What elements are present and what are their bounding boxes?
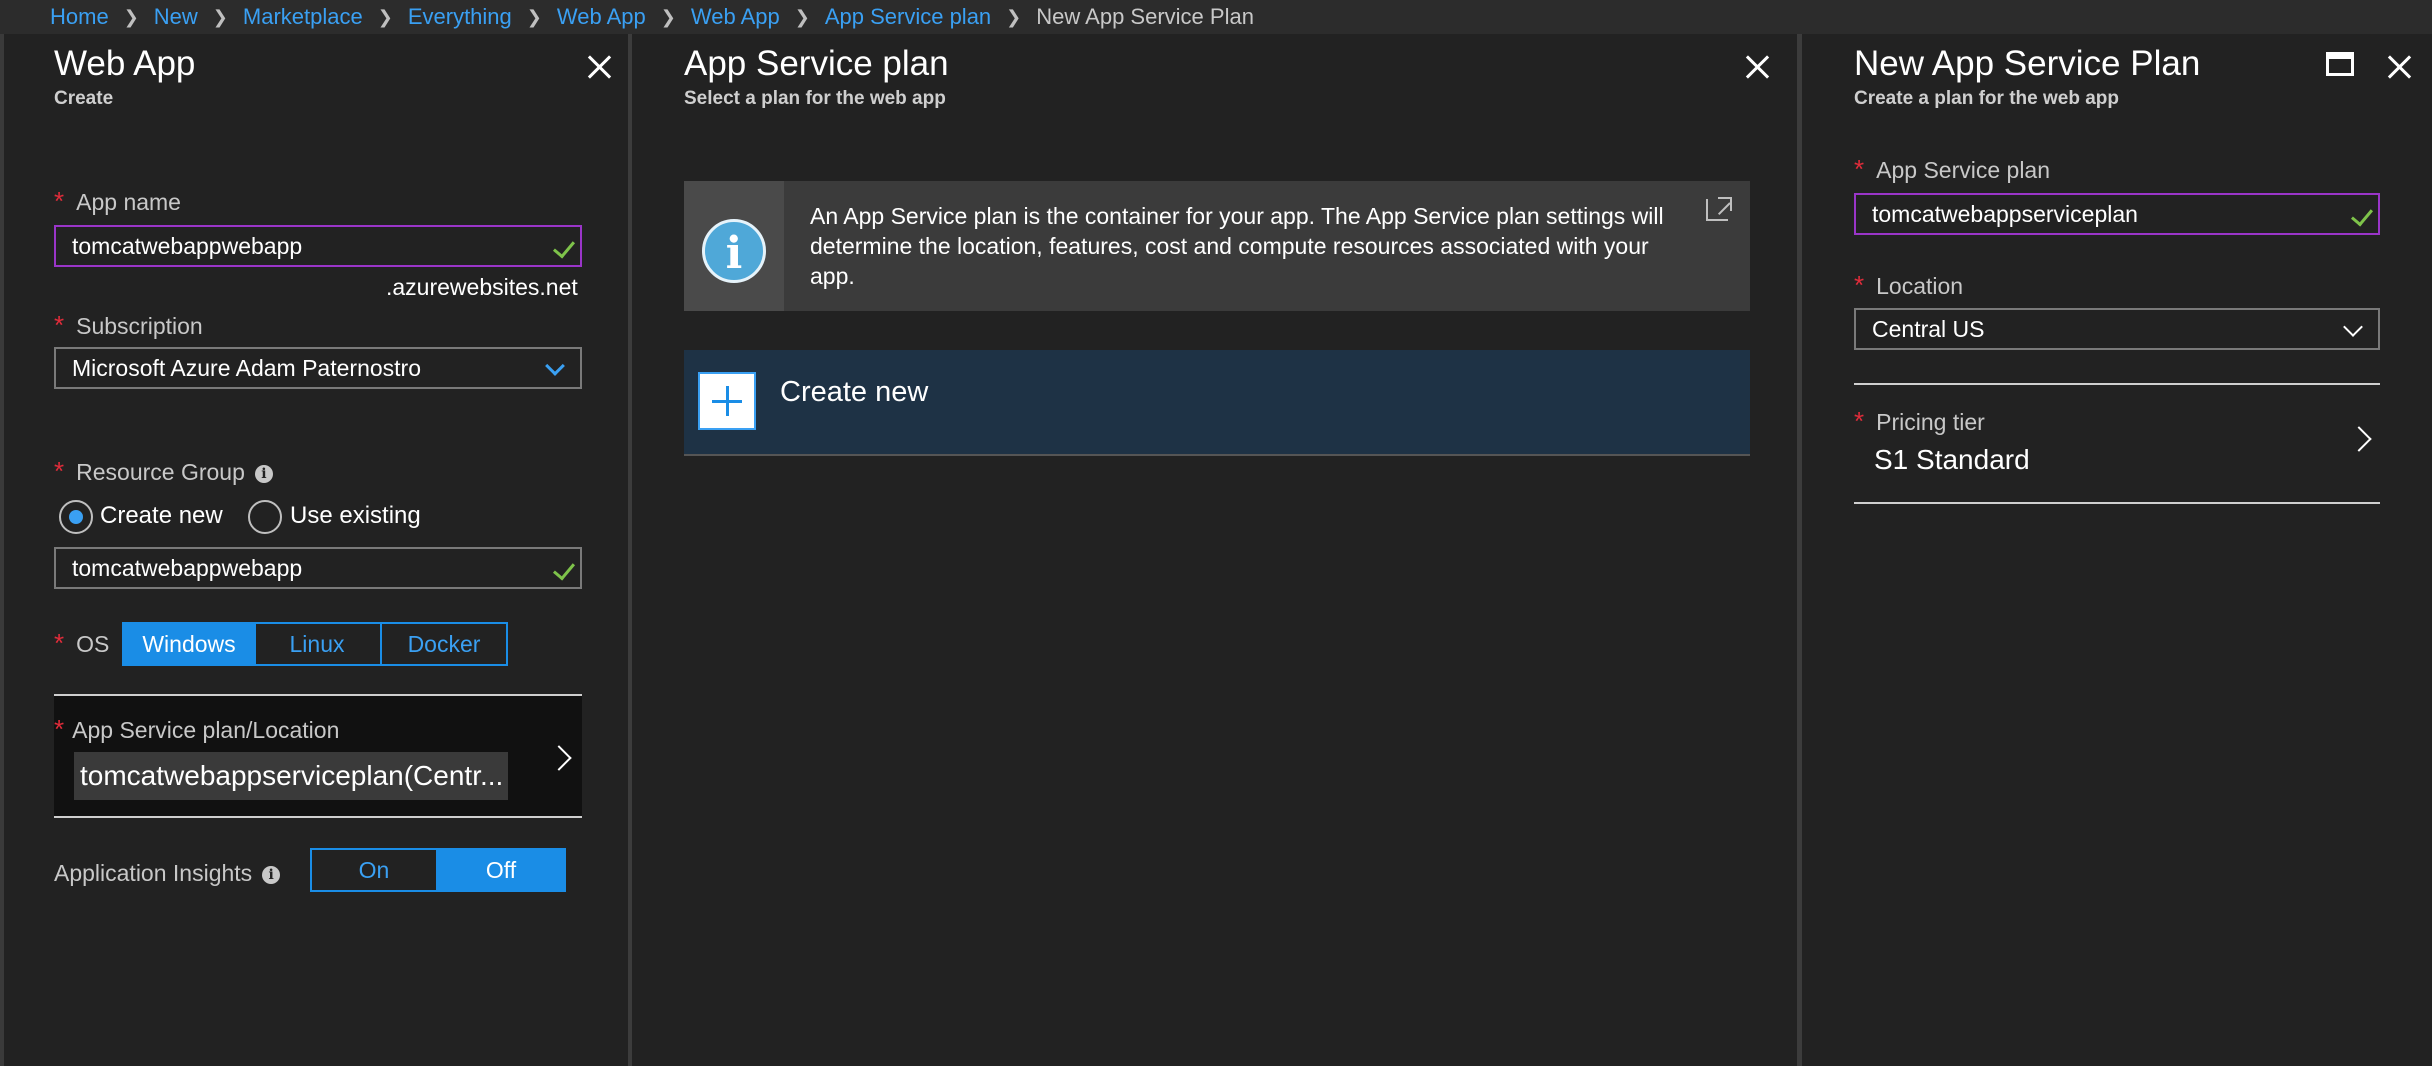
chevron-right-icon: ❯ xyxy=(794,6,810,27)
os-windows[interactable]: Windows xyxy=(122,622,256,666)
required-asterisk: * xyxy=(1854,270,1865,300)
breadcrumb-everything[interactable]: Everything xyxy=(408,4,512,30)
required-asterisk: * xyxy=(54,714,65,744)
breadcrumb-marketplace[interactable]: Marketplace xyxy=(243,4,363,30)
plan-name-input[interactable]: tomcatwebappserviceplan xyxy=(1854,193,2380,235)
resource-group-label: * Resource Group i xyxy=(54,456,273,487)
required-asterisk: * xyxy=(1854,406,1865,436)
required-asterisk: * xyxy=(54,456,65,486)
plan-location-value: tomcatwebappserviceplan(Centr... xyxy=(74,752,508,800)
radio-use-existing-label: Use existing xyxy=(290,502,421,529)
new-app-service-plan-blade: New App Service Plan Create a plan for t… xyxy=(1802,34,2432,1066)
chevron-right-icon xyxy=(546,745,572,771)
pricing-tier-value[interactable]: S1 Standard xyxy=(1874,444,2030,476)
chevron-right-icon: ❯ xyxy=(212,6,228,27)
close-icon[interactable] xyxy=(1742,52,1772,82)
resource-group-value: tomcatwebappwebapp xyxy=(72,554,303,581)
info-icon[interactable]: i xyxy=(262,865,281,884)
close-icon[interactable] xyxy=(2384,52,2414,82)
checkmark-icon xyxy=(2350,203,2374,227)
app-insights-label: Application Insights i xyxy=(54,860,281,887)
plan-location-label: * App Service plan/Location xyxy=(54,714,340,744)
os-linux[interactable]: Linux xyxy=(254,622,382,666)
breadcrumb-home[interactable]: Home xyxy=(50,4,109,30)
web-app-blade: Web App Create * App name tomcatwebappweb… xyxy=(0,34,632,1066)
required-asterisk: * xyxy=(54,628,65,658)
location-select[interactable]: Central US xyxy=(1854,308,2380,350)
required-asterisk: * xyxy=(54,310,65,340)
blade-title: Web App xyxy=(54,44,196,83)
chevron-down-icon xyxy=(2343,317,2363,337)
required-asterisk: * xyxy=(54,186,65,216)
app-service-plan-blade: App Service plan Select a plan for the w… xyxy=(632,34,1802,1066)
chevron-down-icon xyxy=(545,356,565,376)
maximize-icon[interactable] xyxy=(2326,52,2354,76)
close-icon[interactable] xyxy=(584,52,614,82)
breadcrumb-web-app[interactable]: Web App xyxy=(557,4,646,30)
pricing-tier-label: * Pricing tier xyxy=(1854,406,1985,436)
divider xyxy=(1854,502,2380,504)
subscription-select[interactable]: Microsoft Azure Adam Paternostro xyxy=(54,347,582,389)
os-docker[interactable]: Docker xyxy=(380,622,508,666)
chevron-right-icon: ❯ xyxy=(123,6,139,27)
blade-subtitle: Create a plan for the web app xyxy=(1854,88,2119,109)
app-name-label: * App name xyxy=(54,186,181,216)
radio-use-existing[interactable] xyxy=(248,500,282,534)
create-new-label: Create new xyxy=(780,376,929,408)
info-banner: i An App Service plan is the container f… xyxy=(684,181,1750,311)
create-new-plan-button[interactable]: Create new xyxy=(684,350,1750,456)
app-name-value: tomcatwebappwebapp xyxy=(72,232,303,259)
info-icon: i xyxy=(702,219,766,283)
resource-group-input[interactable]: tomcatwebappwebapp xyxy=(54,547,582,589)
blade-title: New App Service Plan xyxy=(1854,44,2201,83)
chevron-right-icon: ❯ xyxy=(660,6,676,27)
checkmark-icon xyxy=(552,235,576,259)
checkmark-icon xyxy=(552,557,576,581)
plan-name-label: * App Service plan xyxy=(1854,154,2051,184)
location-value: Central US xyxy=(1872,315,1985,342)
plan-name-value: tomcatwebappserviceplan xyxy=(1872,200,2138,227)
subscription-value: Microsoft Azure Adam Paternostro xyxy=(72,354,421,381)
external-link-icon[interactable] xyxy=(1706,197,1732,221)
breadcrumb-current: New App Service Plan xyxy=(1036,4,1254,29)
os-label: * OS xyxy=(54,628,110,658)
info-icon-column: i xyxy=(684,181,784,311)
plus-icon xyxy=(698,372,756,430)
blade-subtitle: Select a plan for the web app xyxy=(684,88,946,109)
blade-title: App Service plan xyxy=(684,44,949,83)
breadcrumb-new[interactable]: New xyxy=(154,4,198,30)
chevron-right-icon[interactable] xyxy=(2346,426,2372,452)
breadcrumb-web-app-2[interactable]: Web App xyxy=(691,4,780,30)
info-text: An App Service plan is the container for… xyxy=(810,203,1664,289)
subscription-label: * Subscription xyxy=(54,310,203,340)
breadcrumb-app-service-plan[interactable]: App Service plan xyxy=(825,4,991,30)
app-insights-off[interactable]: Off xyxy=(436,848,566,892)
blade-subtitle: Create xyxy=(54,88,114,109)
app-service-plan-location[interactable]: * App Service plan/Location tomcatwebapps… xyxy=(54,694,582,818)
chevron-right-icon: ❯ xyxy=(377,6,393,27)
info-icon[interactable]: i xyxy=(254,464,273,483)
radio-create-new-label: Create new xyxy=(100,502,223,529)
chevron-right-icon: ❯ xyxy=(526,6,542,27)
divider xyxy=(1854,383,2380,385)
breadcrumb: Home ❯ New ❯ Marketplace ❯ Everything ❯ … xyxy=(0,0,2432,34)
location-label: * Location xyxy=(1854,270,1964,300)
radio-create-new[interactable] xyxy=(59,500,93,534)
required-asterisk: * xyxy=(1854,154,1865,184)
chevron-right-icon: ❯ xyxy=(1006,6,1022,27)
app-name-input[interactable]: tomcatwebappwebapp xyxy=(54,225,582,267)
app-insights-on[interactable]: On xyxy=(310,848,438,892)
domain-suffix: .azurewebsites.net xyxy=(386,274,578,300)
